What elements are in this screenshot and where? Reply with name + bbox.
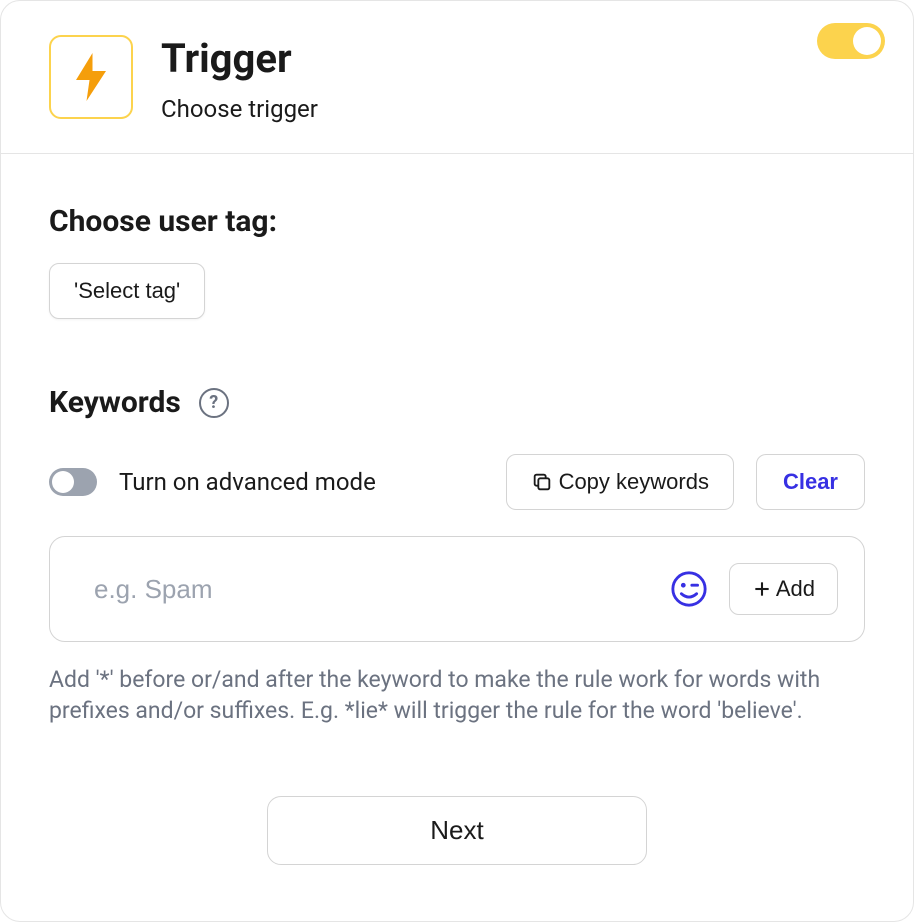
help-icon[interactable]: ? <box>199 388 229 418</box>
card-header: Trigger Choose trigger <box>1 1 913 154</box>
wink-emoji-icon <box>670 570 708 608</box>
copy-icon <box>531 471 553 493</box>
copy-keywords-button[interactable]: Copy keywords <box>506 454 734 510</box>
keywords-label: Keywords <box>49 385 181 420</box>
add-button-label: Add <box>776 576 815 602</box>
advanced-mode-toggle[interactable] <box>49 468 97 496</box>
card-subtitle: Choose trigger <box>161 95 318 123</box>
next-button[interactable]: Next <box>267 796 647 865</box>
keyword-hint: Add '*' before or/and after the keyword … <box>49 664 865 726</box>
toggle-knob <box>853 27 881 55</box>
user-tag-label: Choose user tag: <box>49 204 865 239</box>
keywords-header: Keywords ? <box>49 385 865 420</box>
card-content: Choose user tag: 'Select tag' Keywords ?… <box>1 154 913 905</box>
emoji-picker-button[interactable] <box>669 569 709 609</box>
advanced-mode-label: Turn on advanced mode <box>119 468 376 496</box>
keyword-input[interactable] <box>94 574 649 605</box>
title-block: Trigger Choose trigger <box>161 35 318 123</box>
copy-button-label: Copy keywords <box>559 469 709 495</box>
card-title: Trigger <box>161 37 318 81</box>
clear-button[interactable]: Clear <box>756 454 865 510</box>
trigger-icon-box <box>49 35 133 119</box>
lightning-icon <box>72 53 110 101</box>
keyword-input-container: Add <box>49 536 865 642</box>
add-keyword-button[interactable]: Add <box>729 563 838 615</box>
plus-icon <box>752 579 772 599</box>
controls-row: Turn on advanced mode Copy keywords Clea… <box>49 454 865 510</box>
main-toggle[interactable] <box>817 23 885 59</box>
trigger-card: Trigger Choose trigger Choose user tag: … <box>0 0 914 922</box>
select-tag-button[interactable]: 'Select tag' <box>49 263 205 319</box>
keywords-section: Keywords ? Turn on advanced mode Copy ke… <box>49 385 865 726</box>
toggle-knob <box>52 471 74 493</box>
